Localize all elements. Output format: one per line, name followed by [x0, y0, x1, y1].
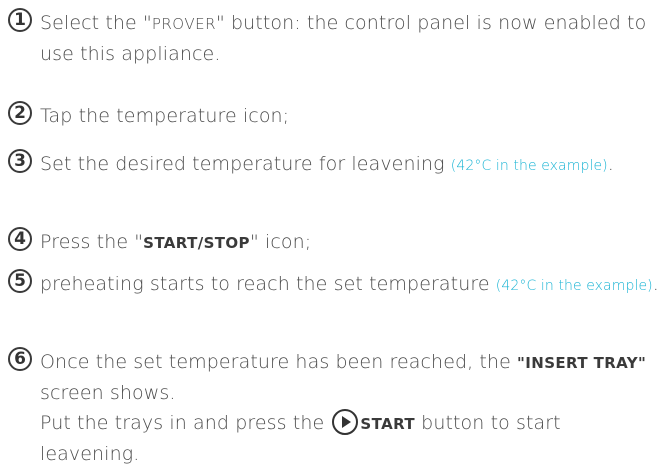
step-3-tail: .	[607, 153, 614, 175]
step-1: 1 Select the "PROVER" button: the contro…	[8, 8, 666, 69]
step-5-tail: .	[652, 273, 659, 295]
step-text-1: Select the "PROVER" button: the control …	[40, 8, 666, 69]
step-number-4: 4	[8, 227, 32, 251]
step-6-text-b: screen shows.	[40, 382, 176, 404]
step-number-1: 1	[8, 8, 32, 32]
step-number-3: 3	[8, 149, 32, 173]
step-5: 5 preheating starts to reach the set tem…	[8, 269, 666, 301]
step-number-6: 6	[8, 347, 32, 371]
step-text-4: Press the "START/STOP" icon;	[40, 227, 666, 258]
step-3: 3 Set the desired temperature for leaven…	[8, 149, 666, 181]
step-text-3: Set the desired temperature for leavenin…	[40, 149, 666, 181]
step-number-2: 2	[8, 101, 32, 125]
step-2: 2 Tap the temperature icon;	[8, 101, 666, 131]
step-6: 6 Once the set temperature has been reac…	[8, 347, 666, 469]
step-text-5: preheating starts to reach the set tempe…	[40, 269, 666, 301]
start-stop-label: START/STOP	[143, 234, 250, 252]
insert-tray-label: "INSERT TRAY"	[517, 354, 647, 372]
step-text-6: Once the set temperature has been reache…	[40, 347, 666, 469]
step-4-text-a: Press the "	[40, 231, 144, 253]
step-3-text: Set the desired temperature for leavenin…	[40, 153, 451, 175]
step-4: 4 Press the "START/STOP" icon;	[8, 227, 666, 258]
step-1-text-a: Select the "	[40, 12, 152, 34]
step-4-text-b: " icon;	[249, 231, 312, 253]
start-label: START	[360, 415, 416, 433]
prover-label: PROVER	[151, 15, 216, 33]
step-6-text-a: Once the set temperature has been reache…	[40, 351, 518, 373]
step-5-text: preheating starts to reach the set tempe…	[40, 273, 496, 295]
step-5-example-note: (42°C in the example)	[495, 278, 653, 294]
step-6-text-c: Put the trays in and press the	[40, 412, 331, 434]
step-text-2: Tap the temperature icon;	[40, 105, 290, 127]
step-3-example-note: (42°C in the example)	[450, 158, 608, 174]
play-button-icon	[332, 409, 359, 435]
step-number-5: 5	[8, 269, 32, 293]
